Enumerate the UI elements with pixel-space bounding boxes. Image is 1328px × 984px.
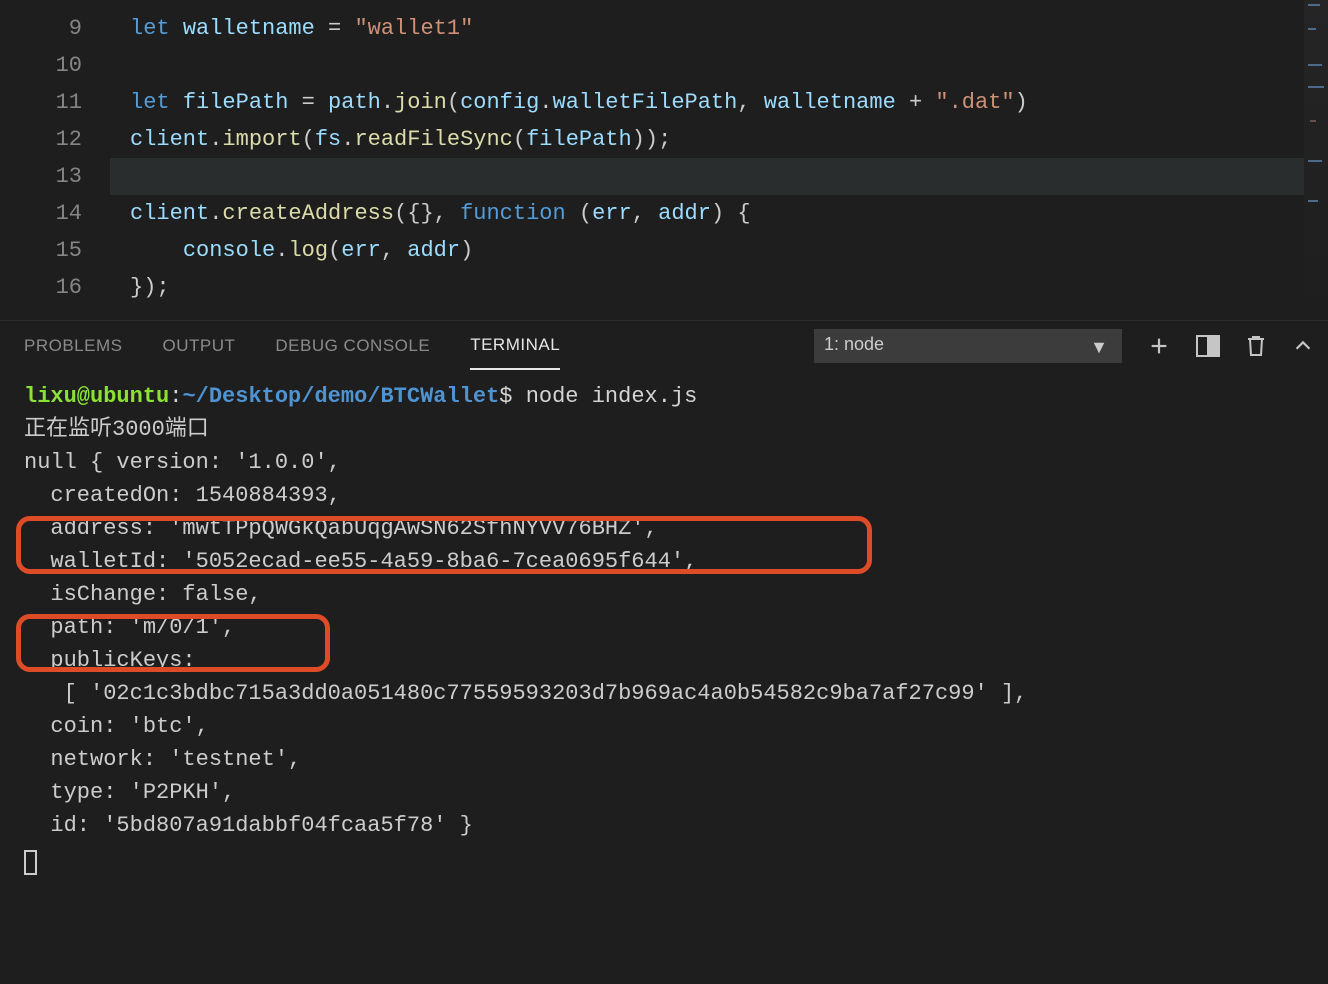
code-body[interactable]: let walletname = "wallet1" let filePath … — [110, 0, 1328, 320]
terminal-line: createdOn: 1540884393, — [24, 483, 341, 508]
terminal-line: walletId: '5052ecad-ee55-4a59-8ba6-7cea0… — [24, 549, 697, 574]
bottom-panel: PROBLEMS OUTPUT DEBUG CONSOLE TERMINAL 1… — [0, 320, 1328, 886]
terminal-select[interactable]: 1: node ▼ — [814, 329, 1122, 363]
code-line[interactable]: let filePath = path.join(config.walletFi… — [110, 84, 1328, 121]
terminal-line: path: 'm/0/1', — [24, 615, 235, 640]
terminal-line: network: 'testnet', — [24, 747, 301, 772]
line-number: 9 — [0, 10, 110, 47]
editor[interactable]: 9 10 11 12 13 14 15 16 let walletname = … — [0, 0, 1328, 320]
terminal-cursor — [24, 850, 37, 875]
terminal-line: [ '02c1c3bdbc715a3dd0a051480c77559593203… — [24, 681, 1027, 706]
terminal-line: coin: 'btc', — [24, 714, 209, 739]
panel-tabs: PROBLEMS OUTPUT DEBUG CONSOLE TERMINAL 1… — [0, 321, 1328, 370]
terminal-body[interactable]: lixu@ubuntu:~/Desktop/demo/BTCWallet$ no… — [0, 370, 1328, 984]
terminal-line: 正在监听3000端口 — [24, 417, 209, 442]
code-line[interactable]: let walletname = "wallet1" — [110, 10, 1328, 47]
tab-output[interactable]: OUTPUT — [162, 322, 235, 369]
terminal-line: address: 'mwtTPpQWGkQabUqgAwSN62SfhNYVV7… — [24, 516, 658, 541]
terminal-line: null { version: '1.0.0', — [24, 450, 341, 475]
minimap[interactable] — [1304, 0, 1328, 320]
line-number: 10 — [0, 47, 110, 84]
code-line[interactable] — [110, 158, 1328, 195]
line-number: 14 — [0, 195, 110, 232]
tab-problems[interactable]: PROBLEMS — [24, 322, 122, 369]
terminal-line: id: '5bd807a91dabbf04fcaa5f78' } — [24, 813, 473, 838]
chevron-down-icon: ▼ — [1090, 337, 1108, 358]
line-gutter: 9 10 11 12 13 14 15 16 — [0, 0, 110, 320]
terminal-select-value: 1: node — [824, 334, 884, 354]
terminal-colon: : — [169, 384, 182, 409]
code-line[interactable]: client.createAddress({}, function (err, … — [110, 195, 1328, 232]
line-number: 11 — [0, 84, 110, 121]
terminal-path: ~/Desktop/demo/BTCWallet — [182, 384, 499, 409]
terminal-userhost: lixu@ubuntu — [24, 384, 169, 409]
terminal-line: type: 'P2PKH', — [24, 780, 235, 805]
terminal-command: node index.js — [526, 384, 698, 409]
plus-icon[interactable] — [1148, 335, 1170, 357]
trash-icon[interactable] — [1246, 334, 1266, 358]
tab-terminal[interactable]: TERMINAL — [470, 321, 560, 370]
terminal-line: publicKeys: — [24, 648, 196, 673]
split-panel-icon[interactable] — [1196, 335, 1220, 357]
code-line[interactable]: client.import(fs.readFileSync(filePath))… — [110, 121, 1328, 158]
code-line[interactable] — [110, 47, 1328, 84]
line-number: 15 — [0, 232, 110, 269]
terminal-dollar: $ — [499, 384, 525, 409]
tab-debug-console[interactable]: DEBUG CONSOLE — [275, 322, 430, 369]
code-line[interactable]: }); — [110, 269, 1328, 306]
line-number: 16 — [0, 269, 110, 306]
line-number: 13 — [0, 158, 110, 195]
code-line[interactable]: console.log(err, addr) — [110, 232, 1328, 269]
chevron-up-icon[interactable] — [1292, 335, 1314, 357]
line-number: 12 — [0, 121, 110, 158]
terminal-line: isChange: false, — [24, 582, 262, 607]
